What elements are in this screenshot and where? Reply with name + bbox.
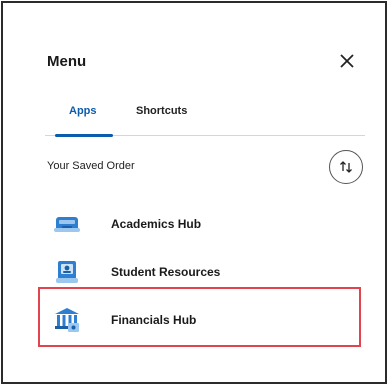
active-tab-indicator [55,134,113,137]
sort-arrows-icon [340,161,352,173]
app-item-label: Academics Hub [111,217,202,231]
tab-apps[interactable]: Apps [69,105,97,117]
tab-shortcuts[interactable]: Shortcuts [136,105,187,117]
app-item-academics-hub[interactable]: Academics Hub [45,205,365,243]
app-item-financials-hub[interactable]: Financials Hub [45,301,365,339]
menu-title: Menu [47,53,87,70]
app-item-label: Financials Hub [111,313,197,327]
close-icon[interactable] [337,51,357,71]
menu-panel: Menu Apps Shortcuts Your Saved Order Aca… [1,1,387,384]
sort-order-button[interactable] [329,150,363,184]
id-card-icon [53,258,81,286]
app-item-label: Student Resources [111,265,221,279]
saved-order-label: Your Saved Order [47,160,135,172]
menu-tabs: Apps Shortcuts [45,99,365,137]
graduation-cap-icon [53,210,81,238]
menu-header: Menu [47,53,365,77]
app-item-student-resources[interactable]: Student Resources [45,253,365,291]
bank-icon [53,306,81,334]
